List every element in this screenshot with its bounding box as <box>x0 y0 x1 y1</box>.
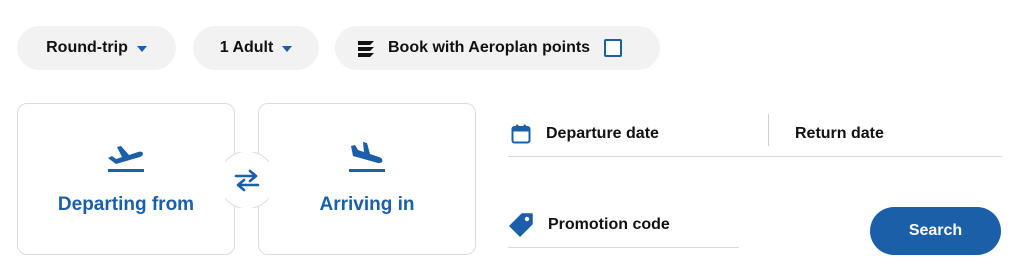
arriving-in-card[interactable]: Arriving in <box>258 103 476 255</box>
trip-type-label: Round-trip <box>46 39 128 56</box>
plane-landing-icon <box>349 142 385 172</box>
aeroplan-logo-icon <box>355 37 377 59</box>
search-button[interactable]: Search <box>870 207 1001 255</box>
aeroplan-points-label: Book with Aeroplan points <box>388 39 591 56</box>
departing-from-card[interactable]: Departing from <box>17 103 235 255</box>
arriving-in-label: Arriving in <box>319 194 415 215</box>
return-date-label: Return date <box>795 125 884 142</box>
promotion-code-label: Promotion code <box>548 216 670 233</box>
chevron-down-icon <box>282 46 293 52</box>
passengers-dropdown[interactable]: 1 Adult <box>193 26 319 70</box>
passengers-label: 1 Adult <box>219 39 274 56</box>
swap-button-ring <box>224 152 270 208</box>
aeroplan-points-checkbox[interactable] <box>604 39 623 57</box>
date-selector: Departure date Return date <box>508 112 1002 157</box>
plane-takeoff-icon <box>108 146 144 172</box>
departing-from-label: Departing from <box>57 194 195 215</box>
chevron-down-icon <box>136 46 147 52</box>
swap-locations-button[interactable] <box>215 152 279 208</box>
departure-date-label: Departure date <box>546 125 659 142</box>
date-divider <box>768 114 769 146</box>
return-date-field[interactable]: Return date <box>795 112 884 156</box>
departure-date-field[interactable]: Departure date <box>511 112 659 156</box>
tag-icon <box>509 213 533 237</box>
calendar-icon <box>511 124 531 144</box>
promotion-code-field[interactable]: Promotion code <box>508 203 739 248</box>
aeroplan-points-toggle[interactable]: Book with Aeroplan points <box>335 26 660 70</box>
trip-type-dropdown[interactable]: Round-trip <box>17 26 176 70</box>
